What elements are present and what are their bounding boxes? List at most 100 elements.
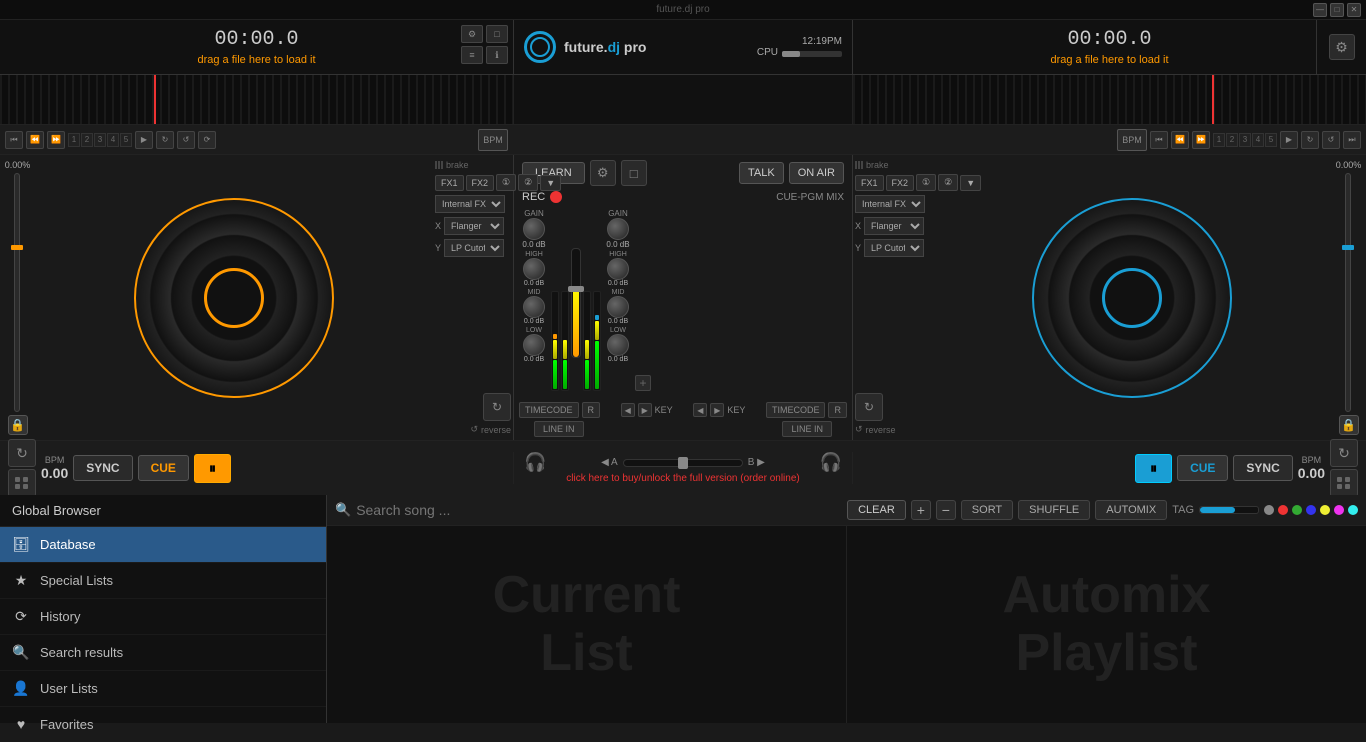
deck-a-expand-icon[interactable]: □	[486, 25, 508, 43]
high-a-knob[interactable]	[523, 258, 545, 280]
color-dot-purple[interactable]	[1334, 505, 1344, 515]
deck-a-settings-icon[interactable]: ⚙	[461, 25, 483, 43]
deck-a-flanger-select[interactable]: Flanger	[444, 217, 504, 235]
add-track-button[interactable]: +	[635, 375, 651, 391]
rec-indicator[interactable]	[550, 191, 562, 203]
deck-b-loop-button[interactable]: ↻	[855, 393, 883, 421]
key-a-up[interactable]: ▶	[638, 403, 652, 417]
deck-b-loop2[interactable]: ↺	[1322, 131, 1340, 149]
deck-b-sync-button[interactable]: SYNC	[1233, 455, 1292, 481]
deck-a-play-button[interactable]: ⏸	[194, 454, 231, 483]
deck-b-cue-button[interactable]: CUE	[1177, 455, 1228, 481]
deck-a-lpcutoff-select[interactable]: LP Cutoff	[444, 239, 504, 257]
automix-button[interactable]: AUTOMIX	[1095, 500, 1167, 520]
timecode-a-button[interactable]: TIMECODE	[519, 402, 579, 418]
deck-a-skip-start[interactable]: ⏮	[5, 131, 23, 149]
sidebar-item-user-lists[interactable]: 👤 User Lists	[0, 671, 326, 707]
color-dot-red[interactable]	[1278, 505, 1288, 515]
add-to-list-button[interactable]: +	[911, 500, 931, 520]
ab-crossfader-thumb[interactable]	[678, 457, 688, 469]
deck-b-play-button[interactable]: ⏸	[1135, 454, 1172, 483]
deck-a-fx1-button[interactable]: FX1	[435, 175, 464, 191]
deck-b-cue-3[interactable]: 3	[1239, 133, 1251, 147]
minimize-button[interactable]: —	[1313, 3, 1327, 17]
deck-a-eq-icon[interactable]: ≡	[461, 46, 483, 64]
deck-a-next-cue[interactable]: ⏩	[47, 131, 65, 149]
deck-a-loop3[interactable]: ⟳	[198, 131, 216, 149]
deck-b-cue-2[interactable]: 2	[1226, 133, 1238, 147]
timecode-b-button[interactable]: TIMECODE	[766, 402, 826, 418]
settings-gear-button[interactable]: ⚙	[1329, 34, 1355, 60]
key-b-up[interactable]: ▶	[710, 403, 724, 417]
gain-b-knob[interactable]	[607, 218, 629, 240]
deck-b-next-cue[interactable]: ⏩	[1192, 131, 1210, 149]
mixer-settings-icon[interactable]: ⚙	[590, 160, 616, 186]
deck-a-cue-3[interactable]: 3	[94, 133, 106, 147]
deck-b-bpm-button[interactable]: BPM	[1117, 129, 1147, 151]
deck-a-fx2-button[interactable]: FX2	[466, 175, 495, 191]
low-b-knob[interactable]	[607, 334, 629, 356]
deck-b-repeat-button[interactable]: ↻	[1330, 439, 1358, 467]
deck-b-loop[interactable]: ↻	[1301, 131, 1319, 149]
deck-a-fx-down[interactable]: ▼	[540, 175, 561, 191]
deck-b-turntable[interactable]	[1032, 198, 1232, 398]
deck-a-loop-button[interactable]: ↻	[483, 393, 511, 421]
color-dot-blue[interactable]	[1306, 505, 1316, 515]
deck-b-cue-1[interactable]: 1	[1213, 133, 1225, 147]
r-b-button[interactable]: R	[828, 402, 847, 418]
deck-a-sync-button[interactable]: SYNC	[73, 455, 132, 481]
r-a-button[interactable]: R	[582, 402, 601, 418]
deck-a-bpm-button[interactable]: BPM	[478, 129, 508, 151]
upgrade-notice[interactable]: click here to buy/unlock the full versio…	[566, 473, 799, 484]
deck-b-reverse-button[interactable]: ↺ reverse	[855, 424, 896, 435]
deck-a-play-cue[interactable]: ▶	[135, 131, 153, 149]
color-dot-gray[interactable]	[1264, 505, 1274, 515]
deck-b-internal-fx-select[interactable]: Internal FX	[855, 195, 925, 213]
sort-button[interactable]: SORT	[961, 500, 1013, 520]
deck-a-loop2[interactable]: ↺	[177, 131, 195, 149]
deck-b-flanger-select[interactable]: Flanger	[864, 217, 924, 235]
fader-a-thumb[interactable]	[568, 286, 584, 292]
on-air-button[interactable]: ON AIR	[789, 162, 844, 184]
sidebar-item-favorites[interactable]: ♥ Favorites	[0, 707, 326, 742]
sidebar-item-database[interactable]: 🗄 Database	[0, 527, 326, 563]
search-input[interactable]	[356, 502, 842, 518]
deck-b-cue-5[interactable]: 5	[1265, 133, 1277, 147]
talk-button[interactable]: TALK	[739, 162, 784, 184]
sidebar-item-history[interactable]: ⟳ History	[0, 599, 326, 635]
shuffle-button[interactable]: SHUFFLE	[1018, 500, 1090, 520]
deck-a-loop[interactable]: ↻	[156, 131, 174, 149]
deck-a-fx-num2[interactable]: ②	[518, 174, 538, 191]
line-in-b-button[interactable]: LINE IN	[782, 421, 832, 437]
mid-a-knob[interactable]	[523, 296, 545, 318]
color-dot-cyan[interactable]	[1348, 505, 1358, 515]
deck-a-cue-5[interactable]: 5	[120, 133, 132, 147]
deck-b-grid-button[interactable]	[1330, 469, 1358, 497]
sidebar-item-special-lists[interactable]: ★ Special Lists	[0, 563, 326, 599]
deck-b-fx1-button[interactable]: FX1	[855, 175, 884, 191]
deck-a-fx-num1[interactable]: ①	[496, 174, 516, 191]
deck-a-cue-4[interactable]: 4	[107, 133, 119, 147]
deck-b-prev-cue[interactable]: ⏪	[1171, 131, 1189, 149]
deck-a-info-icon[interactable]: ℹ	[486, 46, 508, 64]
close-button[interactable]: ✕	[1347, 3, 1361, 17]
deck-a-repeat-button[interactable]: ↻	[8, 439, 36, 467]
low-a-knob[interactable]	[523, 334, 545, 356]
remove-from-list-button[interactable]: −	[936, 500, 956, 520]
deck-b-skip-end[interactable]: ⏭	[1343, 131, 1361, 149]
color-dot-yellow[interactable]	[1320, 505, 1330, 515]
high-b-knob[interactable]	[607, 258, 629, 280]
deck-b-lock-button[interactable]: 🔒	[1339, 415, 1359, 435]
gain-a-knob[interactable]	[523, 218, 545, 240]
key-a-down[interactable]: ◀	[621, 403, 635, 417]
deck-a-lock-button[interactable]: 🔒	[8, 415, 28, 435]
headphone-right-icon[interactable]: 🎧	[820, 452, 842, 473]
color-dot-green[interactable]	[1292, 505, 1302, 515]
key-b-down[interactable]: ◀	[693, 403, 707, 417]
line-in-a-button[interactable]: LINE IN	[534, 421, 584, 437]
deck-a-cue-1[interactable]: 1	[68, 133, 80, 147]
deck-a-cue-2[interactable]: 2	[81, 133, 93, 147]
deck-a-internal-fx-select[interactable]: Internal FX	[435, 195, 505, 213]
clear-button[interactable]: CLEAR	[847, 500, 906, 520]
deck-b-lpcutoff-select[interactable]: LP Cutoff	[864, 239, 924, 257]
